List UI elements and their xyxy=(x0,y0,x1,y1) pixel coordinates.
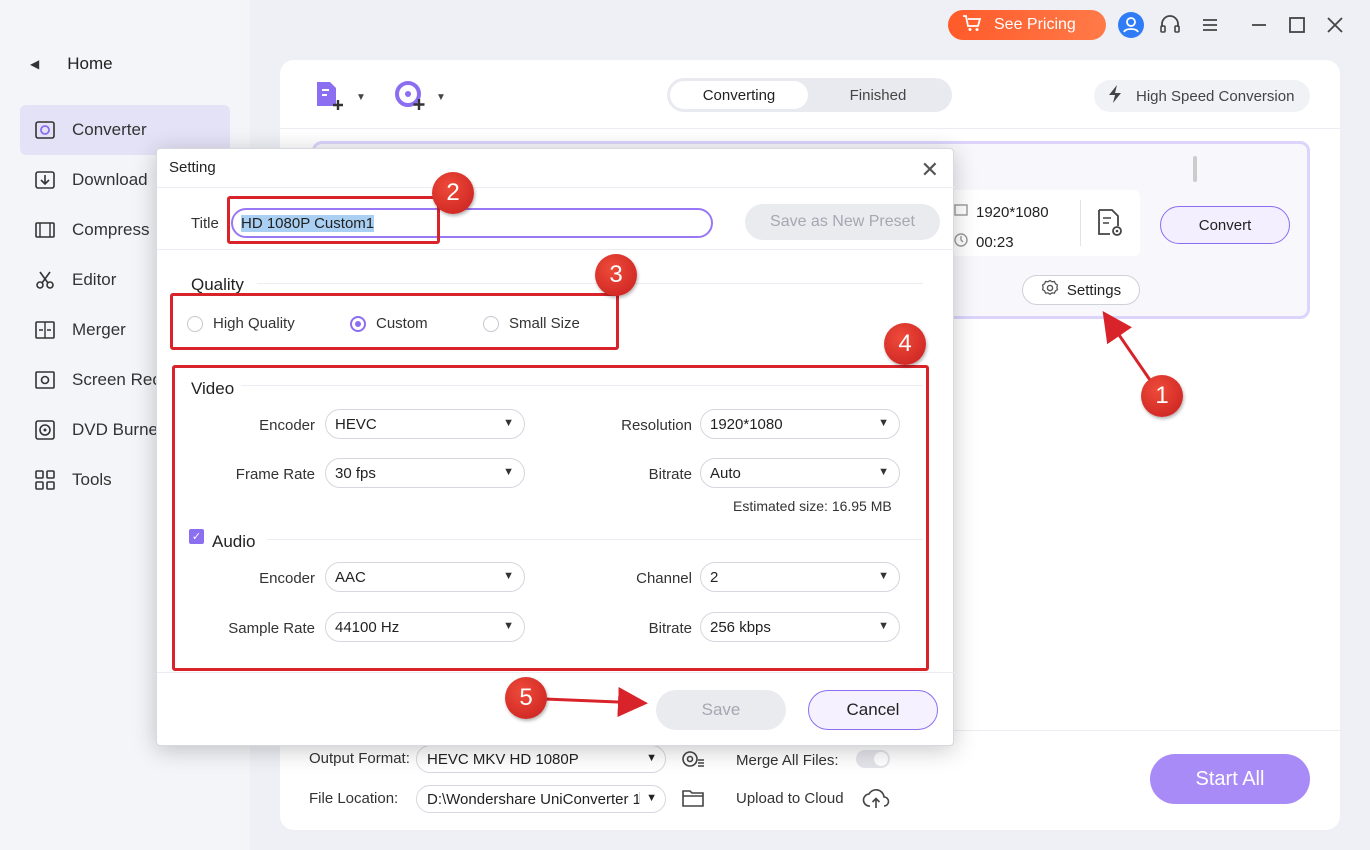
annotation-badge-2: 2 xyxy=(432,172,474,214)
annotation-badge-5: 5 xyxy=(505,677,547,719)
annotation-badge-4: 4 xyxy=(884,323,926,365)
annotation-badge-3: 3 xyxy=(595,254,637,296)
annotation-badge-1: 1 xyxy=(1141,375,1183,417)
annotation-arrows xyxy=(544,311,1152,717)
